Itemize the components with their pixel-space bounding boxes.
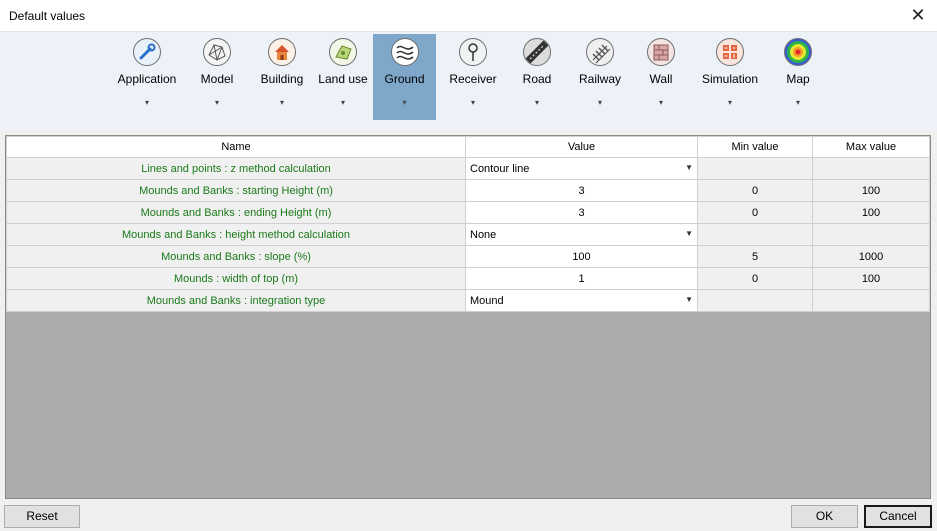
value-combo[interactable]: None ▼ [465,223,698,246]
ribbon-label-ground: Ground [384,72,425,86]
value-combo[interactable]: Contour line ▼ [465,157,698,180]
railway-icon [586,38,614,66]
ribbon-label-wall: Wall [649,72,673,86]
ribbon-item-road[interactable]: Road ▾ [510,34,564,120]
row-name-cell: Mounds and Banks : integration type [6,289,466,312]
min-value-cell: 0 [697,201,813,224]
chevron-down-icon: ▾ [470,98,475,107]
max-value-cell [812,289,930,312]
chevron-down-icon: ▾ [279,98,284,107]
table-row: Mounds and Banks : ending Height (m) 3 0… [6,201,930,224]
value-input[interactable]: 1 [465,267,698,290]
receiver-pin-icon [459,38,487,66]
reset-button[interactable]: Reset [4,505,80,528]
window-title: Default values [9,9,86,23]
close-icon[interactable]: ✕ [905,2,931,28]
chevron-down-icon: ▾ [214,98,219,107]
table-row: Mounds and Banks : integration type Moun… [6,289,930,312]
max-value-cell: 100 [812,201,930,224]
ribbon-item-ground[interactable]: Ground ▾ [373,34,436,120]
title-bar: Default values ✕ [0,0,937,32]
chevron-down-icon: ▾ [144,98,149,107]
ribbon-label-building: Building [260,72,304,86]
cancel-button[interactable]: Cancel [864,505,932,528]
wrench-icon [133,38,161,66]
table-row: Mounds : width of top (m) 1 0 100 [6,267,930,290]
ribbon-item-map[interactable]: Map ▾ [772,34,824,120]
column-header-min-value[interactable]: Min value [697,136,813,158]
terrain-mesh-icon [203,38,231,66]
ribbon-item-application[interactable]: Application ▾ [114,34,180,120]
ribbon-label-railway: Railway [578,72,621,86]
row-name-cell: Lines and points : z method calculation [6,157,466,180]
max-value-cell: 1000 [812,245,930,268]
chevron-down-icon: ▾ [597,98,602,107]
table-row: Lines and points : z method calculation … [6,157,930,180]
value-input[interactable]: 3 [465,179,698,202]
ribbon-item-model[interactable]: Model ▾ [186,34,248,120]
chevron-down-icon: ▾ [340,98,345,107]
table-header-row: Name Value Min value Max value [6,136,930,158]
ribbon-item-receiver[interactable]: Receiver ▾ [442,34,504,120]
chevron-down-icon: ▾ [534,98,539,107]
ok-button[interactable]: OK [791,505,858,528]
max-value-cell [812,157,930,180]
combo-value: Contour line [470,162,530,175]
calculator-icon [716,38,744,66]
ribbon-label-map: Map [786,72,810,86]
house-icon [268,38,296,66]
color-map-icon [784,38,812,66]
wall-icon [647,38,675,66]
ribbon-item-railway[interactable]: Railway ▾ [570,34,630,120]
row-name-cell: Mounds and Banks : height method calcula… [6,223,466,246]
column-header-name[interactable]: Name [6,136,466,158]
ribbon-item-land-use[interactable]: Land use ▾ [314,34,372,120]
value-input[interactable]: 3 [465,201,698,224]
max-value-cell: 100 [812,179,930,202]
road-icon [523,38,551,66]
table-row: Mounds and Banks : height method calcula… [6,223,930,246]
max-value-cell [812,223,930,246]
chevron-down-icon: ▾ [402,98,407,107]
ribbon-item-building[interactable]: Building ▾ [252,34,312,120]
table-row: Mounds and Banks : starting Height (m) 3… [6,179,930,202]
default-values-table: Name Value Min value Max value Lines and… [6,136,930,312]
column-header-value[interactable]: Value [465,136,698,158]
chevron-down-icon[interactable]: ▼ [685,163,693,172]
values-grid: Name Value Min value Max value Lines and… [5,135,931,499]
ribbon-item-wall[interactable]: Wall ▾ [636,34,686,120]
ribbon-label-application: Application [117,72,177,86]
min-value-cell [697,223,813,246]
row-name-cell: Mounds : width of top (m) [6,267,466,290]
chevron-down-icon: ▾ [727,98,732,107]
chevron-down-icon: ▾ [658,98,663,107]
land-use-icon [329,38,357,66]
min-value-cell: 0 [697,179,813,202]
value-input[interactable]: 100 [465,245,698,268]
category-ribbon: Application ▾ Model ▾ Building ▾ Land us… [0,32,937,130]
min-value-cell [697,289,813,312]
value-combo[interactable]: Mound ▼ [465,289,698,312]
chevron-down-icon: ▾ [795,98,800,107]
ribbon-label-simulation: Simulation [701,72,759,86]
ribbon-item-simulation[interactable]: Simulation ▾ [696,34,764,120]
min-value-cell: 0 [697,267,813,290]
combo-value: None [470,228,497,241]
row-name-cell: Mounds and Banks : slope (%) [6,245,466,268]
combo-value: Mound [470,294,504,307]
ribbon-label-model: Model [200,72,234,86]
table-row: Mounds and Banks : slope (%) 100 5 1000 [6,245,930,268]
chevron-down-icon[interactable]: ▼ [685,229,693,238]
ribbon-label-road: Road [522,72,552,86]
chevron-down-icon[interactable]: ▼ [685,295,693,304]
min-value-cell [697,157,813,180]
min-value-cell: 5 [697,245,813,268]
max-value-cell: 100 [812,267,930,290]
ribbon-label-receiver: Receiver [449,72,497,86]
ribbon-label-land-use: Land use [318,72,368,86]
row-name-cell: Mounds and Banks : ending Height (m) [6,201,466,224]
ground-contour-icon [390,38,419,66]
row-name-cell: Mounds and Banks : starting Height (m) [6,179,466,202]
column-header-max-value[interactable]: Max value [812,136,930,158]
